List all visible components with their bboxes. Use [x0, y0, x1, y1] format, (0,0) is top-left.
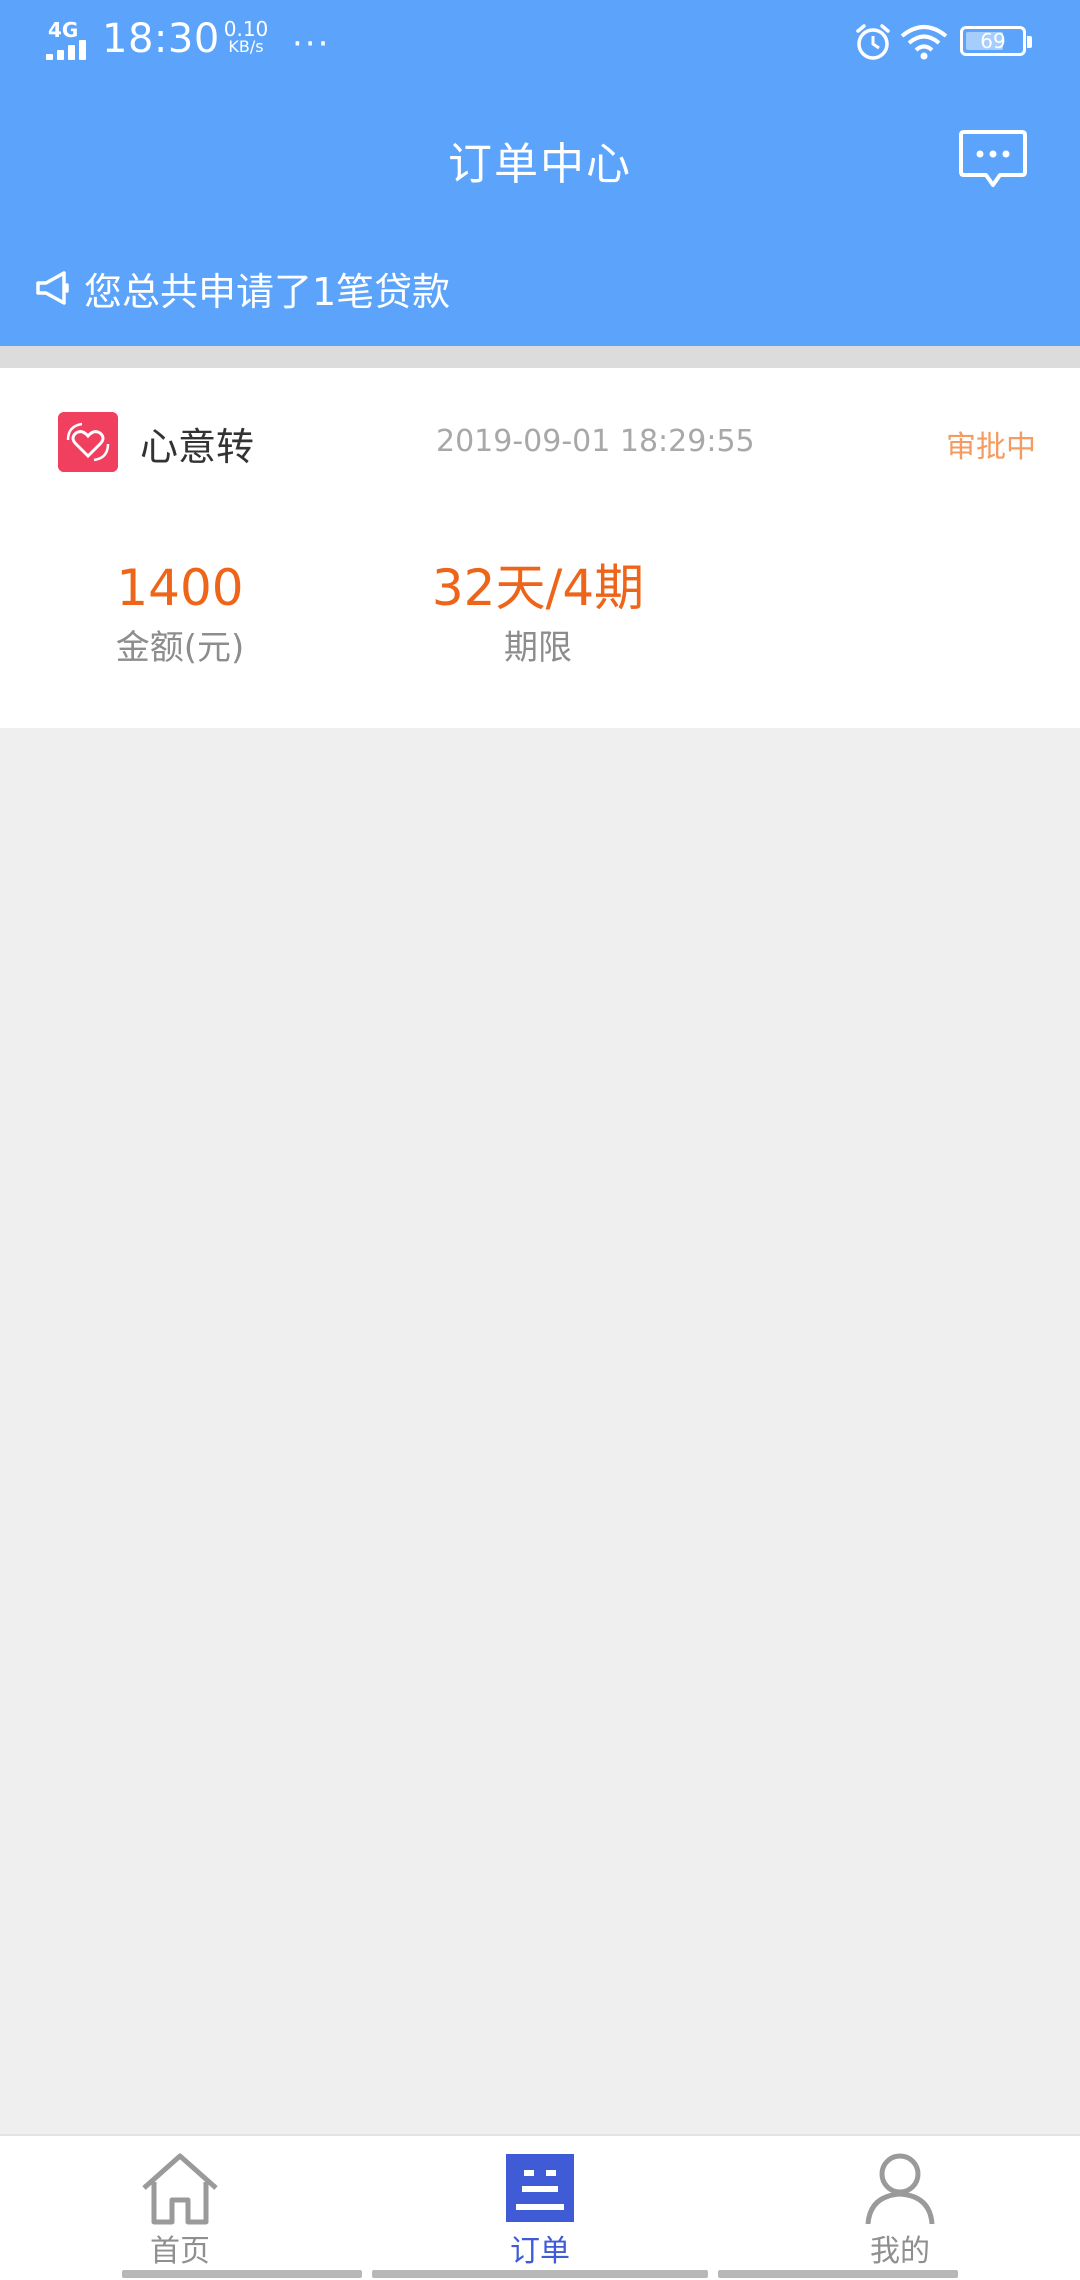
heart-swap-icon — [58, 412, 118, 472]
wifi-icon — [900, 25, 948, 60]
status-time: 18:30 — [102, 16, 220, 62]
battery-icon: 69 — [960, 26, 1032, 56]
amount-block: 1400 金额(元) — [30, 558, 330, 669]
notice-text: 您总共申请了1笔贷款 — [84, 269, 451, 314]
signal-icon: 4G — [46, 18, 92, 60]
home-icon — [142, 2153, 218, 2225]
header-divider — [0, 346, 1080, 368]
app-name: 心意转 — [140, 425, 255, 469]
nav-profile-label: 我的 — [870, 2234, 930, 2269]
battery-level: 69 — [980, 29, 1006, 53]
loan-notice: 您总共申请了1笔贷款 — [34, 262, 450, 314]
network-type: 4G — [48, 18, 79, 42]
amount-value: 1400 — [116, 559, 244, 617]
nav-profile[interactable]: 我的 — [820, 2150, 980, 2270]
status-badge: 审批中 — [946, 430, 1036, 465]
term-value: 32天/4期 — [431, 559, 645, 617]
nav-orders-label: 订单 — [510, 2234, 570, 2269]
nav-orders[interactable]: 订单 — [460, 2150, 620, 2270]
order-time: 2019-09-01 18:29:55 — [436, 424, 755, 459]
term-block: 32天/4期 期限 — [388, 558, 688, 669]
page-title: 订单中心 — [448, 139, 632, 190]
gesture-bar-center — [372, 2270, 708, 2278]
nav-home[interactable]: 首页 — [100, 2150, 260, 2270]
order-card[interactable]: 心意转 2019-09-01 18:29:55 审批中 1400 金额(元) 3… — [0, 368, 1080, 728]
alarm-icon — [856, 24, 890, 60]
nav-home-label: 首页 — [150, 2234, 210, 2269]
gesture-bar-right — [718, 2270, 958, 2278]
amount-label: 金额(元) — [115, 628, 245, 668]
network-speed: 0.10 KB/s — [216, 17, 276, 56]
gesture-bar-left — [122, 2270, 362, 2278]
bottom-nav: 首页 订单 我的 — [0, 2134, 1080, 2280]
more-notifications: ··· — [292, 24, 331, 64]
chat-bubble-icon[interactable] — [958, 128, 1028, 190]
order-list-icon — [506, 2154, 574, 2222]
speed-value: 0.10 — [223, 17, 269, 41]
megaphone-icon — [36, 271, 69, 305]
profile-icon — [865, 2153, 935, 2225]
header: 4G 18:30 0.10 KB/s ··· 69 订单中心 您总共申请了1笔贷… — [0, 0, 1080, 346]
term-label: 期限 — [504, 628, 572, 668]
status-bar: 4G 18:30 0.10 KB/s ··· 69 — [0, 0, 1080, 84]
